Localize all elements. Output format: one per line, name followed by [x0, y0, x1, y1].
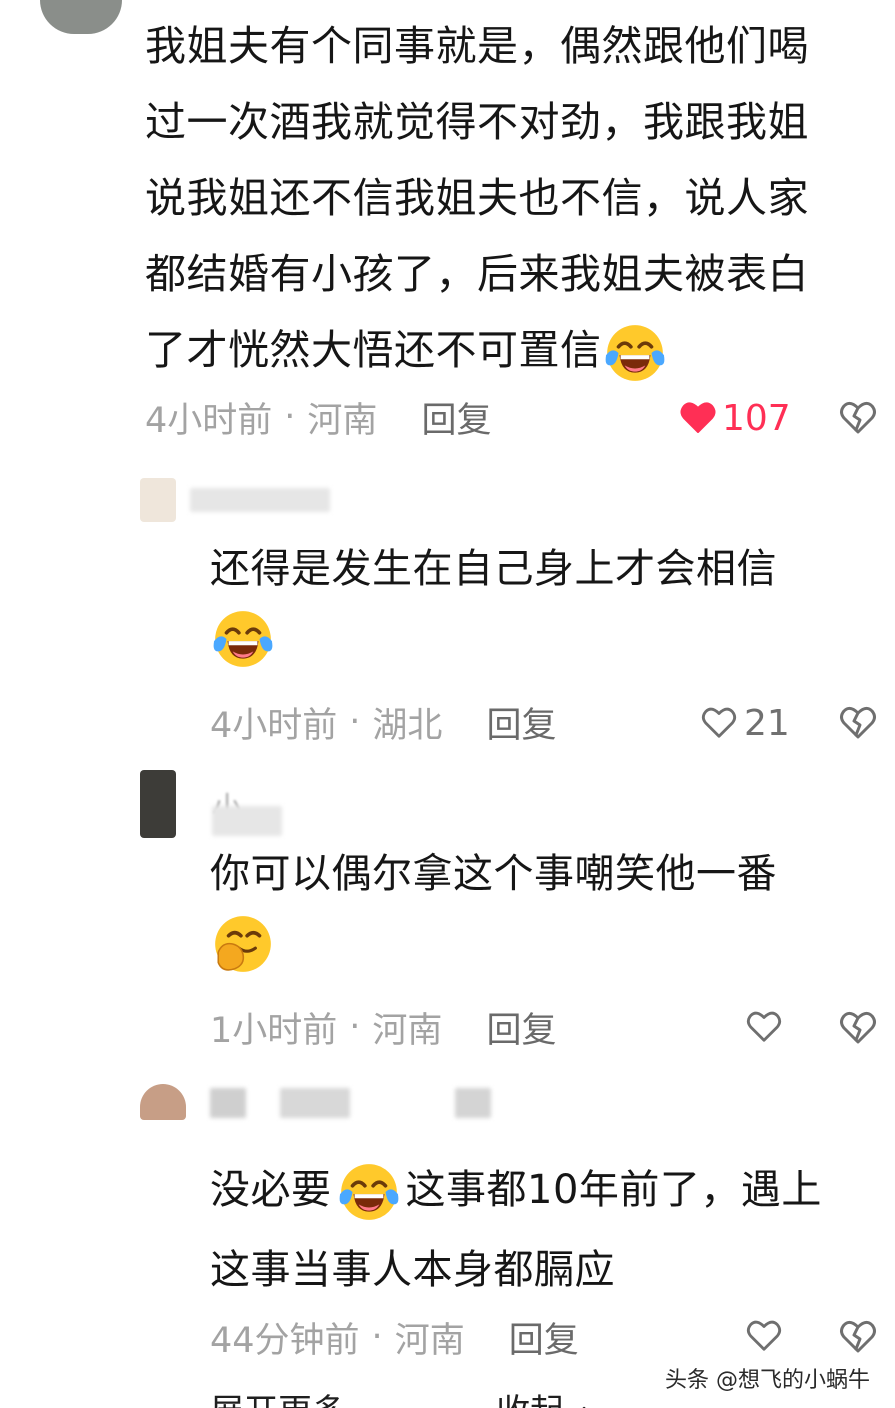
reply-button[interactable]: 回复: [486, 697, 556, 748]
reply-text: 还得是发生在自己身上才会相信: [210, 535, 870, 677]
separator: ·: [284, 397, 296, 437]
comment-line: 我姐夫有个同事就是，偶然跟他们喝: [145, 22, 809, 70]
comment-meta: 4小时前 · 河南 回复: [145, 392, 491, 442]
separator: ·: [349, 702, 361, 742]
tears-of-joy-emoji: [210, 606, 276, 672]
username-blur: [280, 1088, 350, 1118]
chevron-down-icon: ⌄: [357, 1404, 375, 1408]
expand-more-button[interactable]: 展开更多: [210, 1392, 346, 1408]
reply-location: 河南: [372, 1010, 443, 1051]
like-button[interactable]: 21: [700, 700, 790, 746]
comment-line: 说我姐还不信我姐夫也不信，说人家: [145, 174, 809, 222]
broken-heart-icon[interactable]: [838, 1008, 878, 1048]
comment-text: 我姐夫有个同事就是，偶然跟他们喝 过一次酒我就觉得不对劲，我跟我姐 说我姐还不信…: [145, 8, 880, 388]
tears-of-joy-emoji: [602, 320, 668, 386]
avatar[interactable]: [140, 1084, 186, 1120]
reply-time: 44分钟前: [210, 1320, 360, 1361]
heart-icon[interactable]: [745, 1317, 783, 1355]
username-blur: [210, 1088, 246, 1118]
comment-time: 4小时前: [145, 400, 273, 441]
watermark: 头条 @想飞的小蜗牛: [665, 1368, 870, 1393]
reply-text: 没必要 这事都10年前了，遇上 这事当事人本身都膈应: [210, 1150, 890, 1310]
username-blur: [455, 1088, 491, 1118]
reply-meta: 1小时前 · 河南 回复: [210, 1002, 556, 1052]
hand-over-mouth-emoji: [210, 911, 276, 977]
like-button[interactable]: 107: [678, 395, 791, 441]
like-count: 21: [744, 702, 790, 744]
reply-button[interactable]: 回复: [421, 392, 491, 443]
comment-line: 过一次酒我就觉得不对劲，我跟我姐: [145, 98, 809, 146]
reply-location: 河南: [394, 1320, 465, 1361]
avatar[interactable]: [140, 770, 176, 838]
reply-button[interactable]: 回复: [509, 1312, 579, 1363]
broken-heart-icon[interactable]: [838, 398, 878, 438]
reply-meta: 4小时前 · 湖北 回复: [210, 697, 556, 747]
reply-text: 你可以偶尔拿这个事嘲笑他一番: [210, 840, 870, 982]
comment-line: 了才恍然大悟还不可置信: [145, 312, 880, 388]
reply-line: 没必要 这事都10年前了，遇上: [210, 1150, 890, 1230]
tears-of-joy-emoji: [336, 1159, 402, 1225]
heart-icon: [678, 398, 718, 438]
heart-icon: [700, 704, 738, 742]
reply-time: 1小时前: [210, 1010, 338, 1051]
reply-line: 你可以偶尔拿这个事嘲笑他一番: [210, 851, 777, 897]
reply-line: 这事当事人本身都膈应: [210, 1247, 615, 1293]
comment-location: 河南: [307, 400, 378, 441]
collapse-button[interactable]: 收起: [496, 1392, 564, 1408]
broken-heart-icon[interactable]: [838, 703, 878, 743]
comment-line: 都结婚有小孩了，后来我姐夫被表白: [145, 250, 809, 298]
emoji-line: [210, 908, 870, 982]
heart-icon[interactable]: [745, 1008, 783, 1046]
reply-button[interactable]: 回复: [486, 1002, 556, 1053]
username-blur: [212, 806, 282, 836]
separator: ·: [349, 1007, 361, 1047]
username: [190, 488, 330, 512]
broken-heart-icon[interactable]: [838, 1317, 878, 1357]
footer-actions: 展开更多 ⌄ 收起 ⌃: [210, 1384, 610, 1408]
emoji-line: [210, 603, 870, 677]
reply-line: 还得是发生在自己身上才会相信: [210, 546, 777, 592]
like-count: 107: [722, 397, 791, 439]
reply-location: 湖北: [372, 705, 443, 746]
separator: ·: [371, 1317, 383, 1357]
chevron-up-icon: ⌃: [575, 1404, 593, 1408]
reply-meta: 44分钟前 · 河南 回复: [210, 1312, 579, 1362]
avatar[interactable]: [140, 478, 176, 522]
reply-time: 4小时前: [210, 705, 338, 746]
avatar[interactable]: [40, 0, 122, 34]
